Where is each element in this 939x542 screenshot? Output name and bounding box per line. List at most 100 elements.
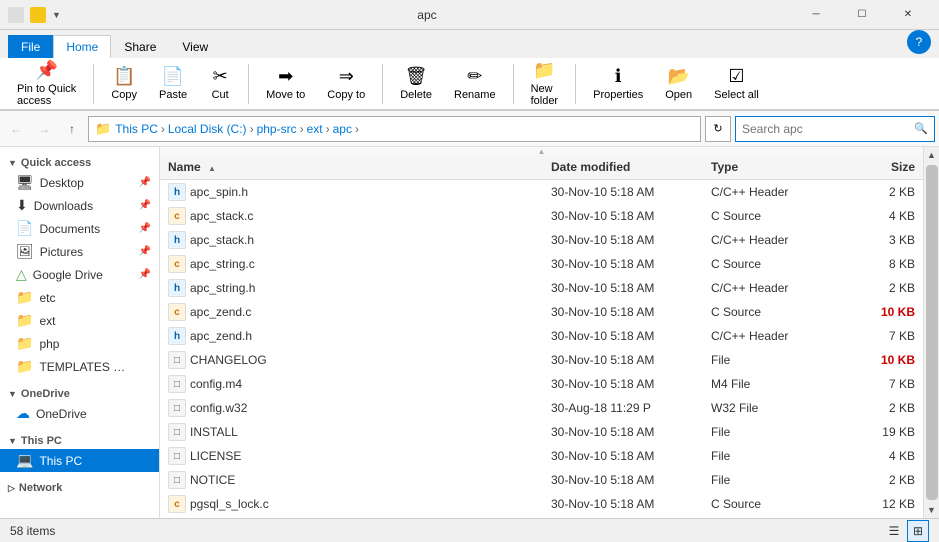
file-size: 19 KB — [843, 423, 923, 441]
sidebar-item-this-pc[interactable]: 💻 This PC — [0, 449, 159, 472]
window-controls: ─ ☐ ✕ — [793, 0, 931, 30]
sidebar-item-ext[interactable]: 📁 ext — [0, 309, 159, 332]
status-bar: 58 items ☰ ⊞ — [0, 518, 939, 542]
scroll-down-button[interactable]: ▼ — [924, 502, 939, 518]
address-area: ← → ↑ 📁 This PC › Local Disk (C:) › php-… — [0, 111, 939, 147]
header-date[interactable]: Date modified — [543, 157, 703, 177]
table-row[interactable]: c apc_zend.c 30-Nov-10 5:18 AM C Source … — [160, 300, 923, 324]
sidebar-item-etc[interactable]: 📁 etc — [0, 286, 159, 309]
search-icon: 🔍 — [914, 122, 928, 135]
file-size: 4 KB — [843, 447, 923, 465]
copy-button[interactable]: 📋 Copy — [102, 61, 146, 106]
table-row[interactable]: c apc_stack.c 30-Nov-10 5:18 AM C Source… — [160, 204, 923, 228]
table-row[interactable]: h apc_stack.h 30-Nov-10 5:18 AM C/C++ He… — [160, 228, 923, 252]
paste-icon: 📄 — [162, 66, 184, 87]
header-type[interactable]: Type — [703, 157, 843, 177]
search-input[interactable] — [742, 122, 914, 136]
table-row[interactable]: □ config.w32 30-Aug-18 11:29 P W32 File … — [160, 396, 923, 420]
breadcrumb-apc[interactable]: apc — [333, 122, 352, 136]
sidebar-item-php[interactable]: 📁 php — [0, 332, 159, 355]
file-size: 3 KB — [843, 231, 923, 249]
header-size[interactable]: Size — [843, 157, 923, 177]
cut-button[interactable]: ✂ Cut — [200, 61, 240, 106]
file-name: h apc_spin.h — [160, 181, 543, 203]
sidebar-item-documents[interactable]: 📄 Documents 📌 — [0, 217, 159, 240]
table-row[interactable]: h apc_string.h 30-Nov-10 5:18 AM C/C++ H… — [160, 276, 923, 300]
file-name: □ CHANGELOG — [160, 349, 543, 371]
sidebar-item-desktop[interactable]: 🖥 Desktop 📌 — [0, 171, 159, 194]
file-type-icon: c — [168, 255, 186, 273]
sidebar-item-pictures[interactable]: 🖼 Pictures 📌 — [0, 240, 159, 263]
dropdown-arrow-title[interactable]: ▼ — [52, 10, 61, 20]
sidebar-item-downloads[interactable]: ⬇ Downloads 📌 — [0, 194, 159, 217]
up-button[interactable]: ↑ — [60, 117, 84, 141]
sidebar-item-google-drive[interactable]: △ Google Drive 📌 — [0, 263, 159, 286]
refresh-button[interactable]: ↻ — [705, 116, 731, 142]
breadcrumb-php-src[interactable]: php-src — [257, 122, 297, 136]
header-name[interactable]: Name ▲ — [160, 157, 543, 177]
table-row[interactable]: □ config.m4 30-Nov-10 5:18 AM M4 File 7 … — [160, 372, 923, 396]
network-chevron: ▷ — [8, 483, 15, 494]
table-row[interactable]: □ LICENSE 30-Nov-10 5:18 AM File 4 KB — [160, 444, 923, 468]
table-row[interactable]: □ NOTICE 30-Nov-10 5:18 AM File 2 KB — [160, 468, 923, 492]
file-name: h apc_zend.h — [160, 325, 543, 347]
table-row[interactable]: h apc_zend.h 30-Nov-10 5:18 AM C/C++ Hea… — [160, 324, 923, 348]
file-date: 30-Aug-18 11:29 P — [543, 399, 703, 417]
help-button[interactable]: ? — [907, 30, 931, 54]
file-date: 30-Nov-10 5:18 AM — [543, 327, 703, 345]
properties-button[interactable]: ℹ Properties — [584, 61, 652, 106]
documents-icon: 📄 — [16, 220, 33, 237]
quick-access-chevron: ▼ — [8, 158, 17, 168]
copy-to-button[interactable]: ⇒ Copy to — [318, 61, 374, 106]
scroll-up-button[interactable]: ▲ — [924, 147, 939, 163]
back-button[interactable]: ← — [4, 117, 28, 141]
minimize-button[interactable]: ─ — [793, 0, 839, 30]
large-icons-view-button[interactable]: ⊞ — [907, 520, 929, 542]
new-folder-button[interactable]: 📁 Newfolder — [522, 55, 568, 112]
details-view-button[interactable]: ☰ — [883, 520, 905, 542]
breadcrumb-ext[interactable]: ext — [307, 122, 323, 136]
file-date: 30-Nov-10 5:18 AM — [543, 255, 703, 273]
maximize-button[interactable]: ☐ — [839, 0, 885, 30]
breadcrumb-this-pc[interactable]: This PC — [115, 122, 158, 136]
sidebar-group-network[interactable]: ▷ Network — [0, 476, 159, 496]
file-type-icon: h — [168, 279, 186, 297]
open-button[interactable]: 📂 Open — [656, 61, 701, 106]
quick-access-label: Quick access — [21, 157, 91, 169]
sidebar-group-quick-access[interactable]: ▼ Quick access — [0, 151, 159, 171]
table-row[interactable]: h pgsql_s_lock.h 30-Nov-10 5:18 AM C/C++… — [160, 516, 923, 518]
table-row[interactable]: h apc_spin.h 30-Nov-10 5:18 AM C/C++ Hea… — [160, 180, 923, 204]
pin-icon-desktop: 📌 — [139, 177, 151, 188]
breadcrumb-local-disk[interactable]: Local Disk (C:) — [168, 122, 247, 136]
pin-to-quick-access-button[interactable]: 📌 Pin to Quickaccess — [8, 55, 85, 112]
sidebar-item-templates[interactable]: 📁 TEMPLATES SCREE — [0, 355, 159, 378]
table-row[interactable]: □ CHANGELOG 30-Nov-10 5:18 AM File 10 KB — [160, 348, 923, 372]
rename-button[interactable]: ✏ Rename — [445, 61, 505, 106]
sidebar-item-onedrive[interactable]: ☁ OneDrive — [0, 402, 159, 425]
file-type-label: C/C++ Header — [703, 327, 843, 345]
forward-button[interactable]: → — [32, 117, 56, 141]
delete-button[interactable]: 🗑 Delete — [391, 61, 441, 106]
move-to-button[interactable]: ➡ Move to — [257, 61, 314, 106]
select-all-button[interactable]: ☑ Select all — [705, 61, 768, 106]
paste-button[interactable]: 📄 Paste — [150, 61, 196, 106]
ribbon-separator-4 — [513, 64, 514, 104]
sidebar-group-this-pc[interactable]: ▼ This PC — [0, 429, 159, 449]
close-button[interactable]: ✕ — [885, 0, 931, 30]
table-row[interactable]: □ INSTALL 30-Nov-10 5:18 AM File 19 KB — [160, 420, 923, 444]
file-type-icon: □ — [168, 471, 186, 489]
sidebar-group-onedrive[interactable]: ▼ OneDrive — [0, 382, 159, 402]
tab-share[interactable]: Share — [111, 35, 169, 58]
file-header: Name ▲ Date modified Type Size — [160, 155, 923, 180]
pin-icon-downloads: 📌 — [139, 200, 151, 211]
table-row[interactable]: c pgsql_s_lock.c 30-Nov-10 5:18 AM C Sou… — [160, 492, 923, 516]
scrollbar-thumb[interactable] — [926, 165, 938, 500]
ribbon: File Home Share View ? 📌 Pin to Quickacc… — [0, 30, 939, 111]
sort-arrow: ▲ — [208, 164, 216, 173]
file-name: h apc_stack.h — [160, 229, 543, 251]
search-box[interactable]: 🔍 — [735, 116, 935, 142]
tab-view[interactable]: View — [169, 35, 221, 58]
file-type-icon: □ — [168, 351, 186, 369]
address-bar[interactable]: 📁 This PC › Local Disk (C:) › php-src › … — [88, 116, 701, 142]
table-row[interactable]: c apc_string.c 30-Nov-10 5:18 AM C Sourc… — [160, 252, 923, 276]
